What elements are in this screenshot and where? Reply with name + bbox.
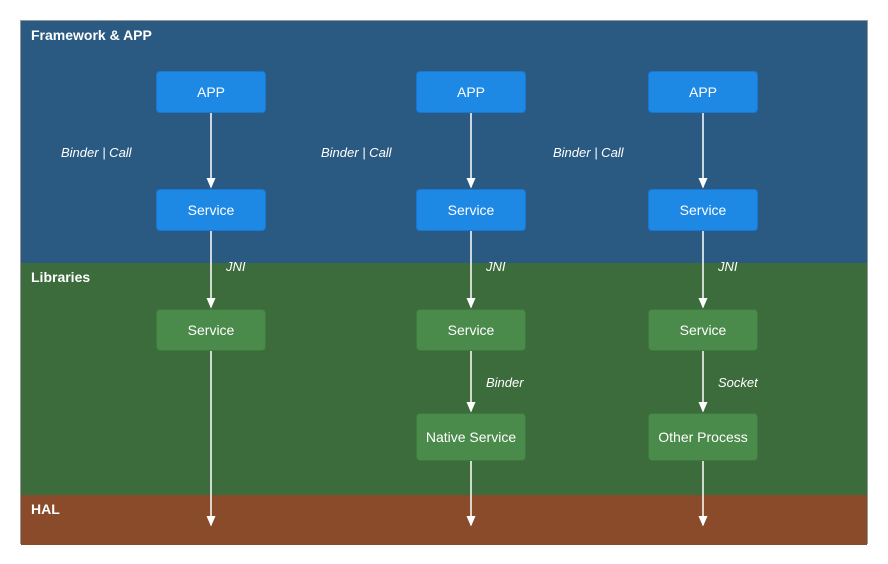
node-service-library: Service [156, 309, 266, 351]
edge-label-jni: JNI [718, 259, 738, 274]
node-app: APP [156, 71, 266, 113]
edge-label-jni: JNI [486, 259, 506, 274]
node-app: APP [648, 71, 758, 113]
layer-hal: HAL [21, 495, 867, 545]
layer-framework-title: Framework & APP [31, 27, 152, 43]
edge-label-binder-call: Binder | Call [553, 145, 624, 160]
node-service-framework: Service [156, 189, 266, 231]
edge-label-socket: Socket [718, 375, 758, 390]
edge-label-binder: Binder [486, 375, 524, 390]
architecture-diagram: Framework & APP Libraries HAL APP Servic… [20, 20, 868, 544]
node-other-process: Other Process [648, 413, 758, 461]
node-service-library: Service [416, 309, 526, 351]
edge-label-jni: JNI [226, 259, 246, 274]
edge-label-binder-call: Binder | Call [321, 145, 392, 160]
layer-hal-title: HAL [31, 501, 60, 517]
node-service-framework: Service [648, 189, 758, 231]
node-service-framework: Service [416, 189, 526, 231]
layer-libraries-title: Libraries [31, 269, 90, 285]
node-native-service: Native Service [416, 413, 526, 461]
edge-label-binder-call: Binder | Call [61, 145, 132, 160]
node-app: APP [416, 71, 526, 113]
node-service-library: Service [648, 309, 758, 351]
